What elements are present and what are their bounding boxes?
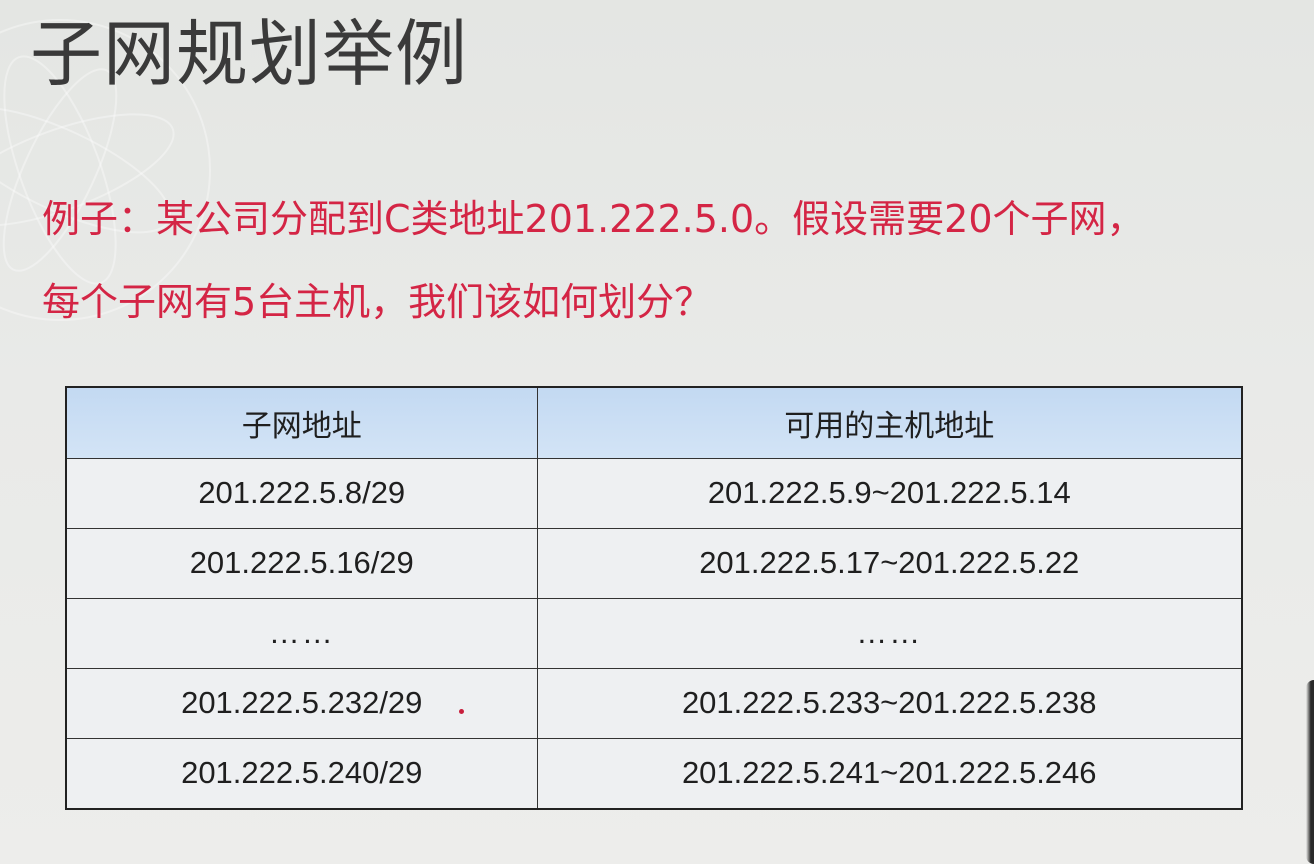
subnet-address-cell: 201.222.5.240/29 <box>65 737 538 810</box>
ellipsis-cell: …… <box>536 597 1243 669</box>
host-range-cell: 201.222.5.9~201.222.5.14 <box>536 458 1243 529</box>
table-row-ellipsis: …… …… <box>65 597 1243 669</box>
table-row: 201.222.5.232/29 201.222.5.233~201.222.5… <box>65 667 1243 739</box>
laser-pointer-dot <box>459 709 464 714</box>
subnet-address-cell: 201.222.5.232/29 <box>65 667 538 739</box>
table-row: 201.222.5.240/29 201.222.5.241~201.222.5… <box>65 737 1243 810</box>
table-header-row: 子网地址 可用的主机地址 <box>65 386 1243 459</box>
ellipsis-cell: …… <box>65 597 538 669</box>
subnet-address-cell: 201.222.5.16/29 <box>65 527 538 599</box>
problem-statement-line-1: 例子：某公司分配到C类地址201.222.5.0。假设需要20个子网， <box>42 197 1145 241</box>
problem-statement-line-2: 每个子网有5台主机，我们该如何划分？ <box>42 280 713 324</box>
table-row: 201.222.5.16/29 201.222.5.17~201.222.5.2… <box>65 527 1243 599</box>
presenter-silhouette-edge <box>1306 680 1314 864</box>
host-range-cell: 201.222.5.233~201.222.5.238 <box>536 667 1243 739</box>
slide-title: 子网规划举例 <box>30 12 469 96</box>
subnet-address-cell: 201.222.5.8/29 <box>65 458 538 529</box>
header-usable-host-addresses: 可用的主机地址 <box>536 386 1243 459</box>
table-row: 201.222.5.8/29 201.222.5.9~201.222.5.14 <box>65 458 1243 529</box>
subnet-table: 子网地址 可用的主机地址 201.222.5.8/29 201.222.5.9~… <box>65 386 1243 810</box>
host-range-cell: 201.222.5.241~201.222.5.246 <box>536 737 1243 810</box>
header-subnet-address: 子网地址 <box>65 386 538 459</box>
host-range-cell: 201.222.5.17~201.222.5.22 <box>536 527 1243 599</box>
